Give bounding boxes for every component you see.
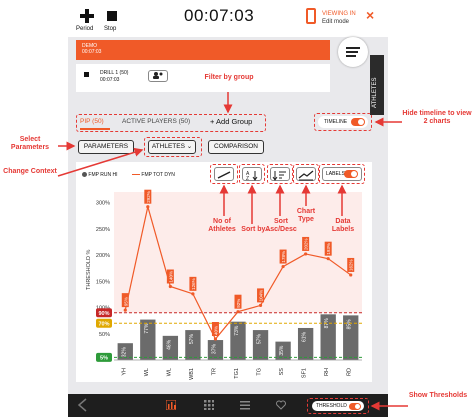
line-data-label: 104% [259,290,264,302]
y-tick-label: 300% [96,201,110,207]
x-tick-label: TG [257,368,263,376]
line-data-label: 140% [168,271,173,283]
threshold-badge-label: 70% [98,321,109,327]
line-data-label: 202% [304,238,309,250]
x-tick-label: SF1 [302,368,308,378]
y-axis-label: THRESHOLD % [86,250,92,290]
line-data-label: 95% [123,297,128,306]
line-data-label: 193% [326,243,331,255]
threshold-highlight [307,398,369,414]
line-data-label: 292% [146,191,151,203]
annotation-change-context: Change Context [3,168,57,175]
x-tick-label: WB1 [189,368,195,380]
annotation-hide-timeline: Hide timeline to view 2 charts [402,110,472,125]
list-nav-icon[interactable] [240,400,250,410]
line-point [326,257,330,261]
line-data-label: 178% [281,251,286,263]
annotation-chart-type: Chart Type [296,208,316,223]
back-icon[interactable] [76,398,90,412]
bar-data-label: 57% [257,334,263,345]
annotation-select-parameters: Select Parameters [10,136,50,151]
line-point [281,264,285,269]
line-point [236,310,240,314]
x-tick-label: RD [347,368,353,376]
line-point [146,205,150,209]
chart-nav-icon[interactable] [166,400,176,410]
bar-data-label: 73% [234,325,240,336]
x-tick-label: SS [279,368,285,376]
line-data-label: 162% [349,259,354,271]
line-point [168,284,172,289]
heart-rate-nav-icon[interactable] [276,400,286,410]
threshold-badge-label: 5% [100,355,108,361]
annotation-no-of-athletes: No of Athletes [208,218,236,233]
y-tick-label: 250% [96,227,110,233]
x-tick-label: TR [211,368,217,375]
threshold-badge-label: 90% [98,311,109,317]
line-point [213,337,218,341]
threshold-chart: 300%250%200%150%100%50%THRESHOLD %32%77%… [86,189,362,380]
line-point [123,308,127,312]
line-data-label: 40% [213,326,218,335]
line-point [258,303,263,307]
bar-data-label: 57% [189,334,195,345]
bar-data-label: 35% [279,345,285,356]
bar-data-label: 61% [302,331,308,342]
screen: Period Stop 00:07:03 VIEWING IN Edit mod… [0,0,474,417]
bar-data-label: 85% [347,319,353,330]
bar-data-label: 32% [121,347,127,358]
x-tick-label: RH [324,368,330,376]
x-tick-label: WL [166,368,172,376]
line-data-label: 92% [236,299,241,308]
bar-data-label: 77% [144,323,150,334]
annotation-filter-by-group: Filter by group [204,74,254,81]
line-data-label: 126% [191,278,196,290]
x-tick-label: WL [144,368,150,376]
y-tick-label: 150% [96,279,110,285]
line-point [191,292,195,296]
bar-data-label: 37% [211,344,217,355]
bar-data-label: 46% [166,339,172,350]
y-tick-label: 200% [96,253,110,259]
annotation-data-labels: Data Labels [331,218,355,233]
grid-nav-icon[interactable] [204,400,214,410]
line-point [349,273,353,277]
x-tick-label: TG1 [234,368,240,379]
y-tick-label: 50% [99,332,110,338]
x-tick-label: YH [121,368,127,376]
line-point [304,252,308,256]
annotation-show-thresholds: Show Thresholds [408,392,468,399]
